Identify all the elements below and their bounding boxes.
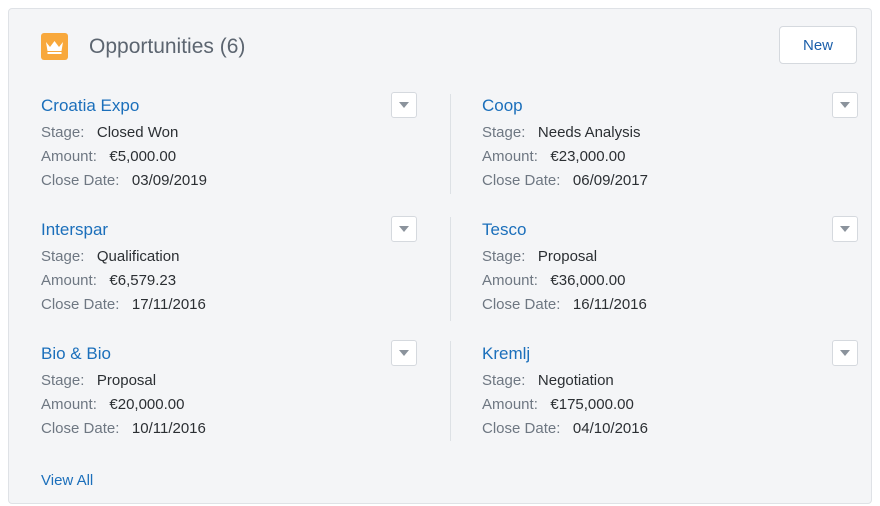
column-divider	[450, 94, 451, 194]
close-date-value: 17/11/2016	[131, 296, 206, 313]
stage-value: Closed Won	[96, 124, 179, 141]
amount-row: Amount: €175,000.00	[482, 395, 634, 415]
close-date-label: Close Date:	[41, 296, 120, 313]
amount-label: Amount:	[482, 148, 538, 165]
opportunity-item: Coop Stage: Needs Analysis Amount: €23,0…	[482, 92, 872, 199]
column-divider	[450, 217, 451, 321]
close-date-row: Close Date: 06/09/2017	[482, 171, 648, 191]
card-title: Opportunities (6)	[89, 35, 246, 58]
row-actions-dropdown[interactable]	[391, 92, 417, 118]
row-actions-dropdown[interactable]	[391, 340, 417, 366]
stage-row: Stage: Proposal	[41, 371, 156, 391]
chevron-down-icon	[399, 350, 409, 356]
chevron-down-icon	[840, 102, 850, 108]
amount-value: €20,000.00	[109, 396, 185, 413]
stage-label: Stage:	[482, 124, 526, 141]
stage-value: Needs Analysis	[537, 124, 641, 141]
close-date-value: 04/10/2016	[572, 420, 648, 437]
close-date-row: Close Date: 04/10/2016	[482, 419, 648, 439]
opportunity-item: Bio & Bio Stage: Proposal Amount: €20,00…	[41, 340, 431, 447]
opportunity-item: Tesco Stage: Proposal Amount: €36,000.00…	[482, 216, 872, 323]
amount-label: Amount:	[41, 396, 97, 413]
amount-row: Amount: €6,579.23	[41, 271, 176, 291]
amount-label: Amount:	[482, 272, 538, 289]
chevron-down-icon	[399, 102, 409, 108]
close-date-row: Close Date: 03/09/2019	[41, 171, 207, 191]
stage-label: Stage:	[41, 124, 85, 141]
stage-row: Stage: Proposal	[482, 247, 597, 267]
stage-value: Negotiation	[537, 372, 614, 389]
view-all-link[interactable]: View All	[41, 472, 93, 489]
row-actions-dropdown[interactable]	[832, 340, 858, 366]
stage-label: Stage:	[482, 372, 526, 389]
opportunity-name-link[interactable]: Croatia Expo	[41, 95, 139, 117]
opportunity-name-link[interactable]: Tesco	[482, 219, 526, 241]
amount-value: €6,579.23	[109, 272, 177, 289]
card-header: Opportunities (6) New	[9, 9, 871, 81]
stage-row: Stage: Closed Won	[41, 123, 178, 143]
chevron-down-icon	[840, 226, 850, 232]
row-actions-dropdown[interactable]	[832, 92, 858, 118]
close-date-row: Close Date: 10/11/2016	[41, 419, 206, 439]
close-date-label: Close Date:	[482, 296, 561, 313]
opportunity-name-link[interactable]: Coop	[482, 95, 523, 117]
close-date-value: 06/09/2017	[572, 172, 648, 189]
opportunities-card: Opportunities (6) New Croatia Expo Stage…	[8, 8, 872, 504]
amount-label: Amount:	[41, 272, 97, 289]
row-actions-dropdown[interactable]	[832, 216, 858, 242]
amount-row: Amount: €20,000.00	[41, 395, 184, 415]
close-date-value: 16/11/2016	[572, 296, 647, 313]
stage-row: Stage: Qualification	[41, 247, 179, 267]
close-date-value: 03/09/2019	[131, 172, 207, 189]
stage-value: Qualification	[96, 248, 180, 265]
amount-row: Amount: €5,000.00	[41, 147, 176, 167]
close-date-label: Close Date:	[41, 172, 120, 189]
chevron-down-icon	[399, 226, 409, 232]
amount-row: Amount: €23,000.00	[482, 147, 625, 167]
opportunity-item: Interspar Stage: Qualification Amount: €…	[41, 216, 431, 323]
amount-label: Amount:	[41, 148, 97, 165]
stage-value: Proposal	[537, 248, 598, 265]
amount-label: Amount:	[482, 396, 538, 413]
close-date-value: 10/11/2016	[131, 420, 206, 437]
opportunity-item: Croatia Expo Stage: Closed Won Amount: €…	[41, 92, 431, 199]
amount-value: €23,000.00	[550, 148, 626, 165]
close-date-row: Close Date: 17/11/2016	[41, 295, 206, 315]
amount-value: €36,000.00	[550, 272, 626, 289]
opportunity-item: Kremlj Stage: Negotiation Amount: €175,0…	[482, 340, 872, 447]
amount-row: Amount: €36,000.00	[482, 271, 625, 291]
close-date-label: Close Date:	[482, 172, 561, 189]
new-button[interactable]: New	[779, 26, 857, 64]
stage-row: Stage: Needs Analysis	[482, 123, 640, 143]
stage-label: Stage:	[41, 248, 85, 265]
amount-value: €175,000.00	[550, 396, 634, 413]
close-date-label: Close Date:	[41, 420, 120, 437]
column-divider	[450, 341, 451, 441]
close-date-label: Close Date:	[482, 420, 561, 437]
stage-label: Stage:	[41, 372, 85, 389]
opportunity-name-link[interactable]: Kremlj	[482, 343, 530, 365]
chevron-down-icon	[840, 350, 850, 356]
stage-label: Stage:	[482, 248, 526, 265]
close-date-row: Close Date: 16/11/2016	[482, 295, 647, 315]
row-actions-dropdown[interactable]	[391, 216, 417, 242]
opportunity-name-link[interactable]: Bio & Bio	[41, 343, 111, 365]
amount-value: €5,000.00	[109, 148, 177, 165]
opportunity-name-link[interactable]: Interspar	[41, 219, 108, 241]
crown-icon	[41, 33, 68, 60]
stage-value: Proposal	[96, 372, 157, 389]
stage-row: Stage: Negotiation	[482, 371, 614, 391]
